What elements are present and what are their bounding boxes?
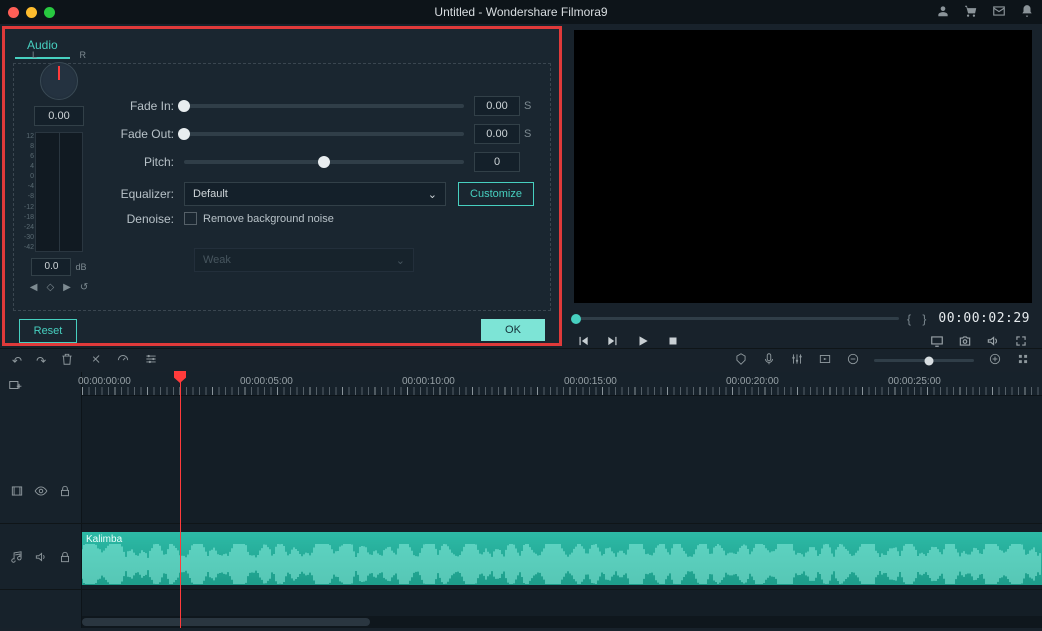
reset-button[interactable]: Reset [19,319,77,343]
audio-track-area[interactable]: Kalimba [82,528,1042,589]
adjust-icon[interactable] [144,352,158,369]
waveform-icon [82,544,1042,584]
audio-parameters: Fade In: 0.00 S Fade Out: 0.00 S Pitch: … [96,74,534,300]
preview-scrubber[interactable] [576,317,899,320]
fade-in-label: Fade In: [116,99,184,113]
lock-icon[interactable] [58,484,72,501]
balance-dial[interactable] [40,62,78,100]
denoise-strength-select: Weak ⌄ [194,248,414,272]
window-title: Untitled - Wondershare Filmora9 [0,5,1042,19]
zoom-slider[interactable] [874,359,974,362]
zoom-fit-icon[interactable] [1016,352,1030,369]
music-icon[interactable] [10,550,24,567]
denoise-checkbox[interactable]: Remove background noise [184,212,534,225]
balance-right-label: R [80,50,87,60]
ok-button[interactable]: OK [481,319,545,341]
denoise-label: Denoise: [116,212,184,226]
volume-input[interactable]: 0.0 [31,258,71,276]
mute-icon[interactable] [34,550,48,567]
pitch-input[interactable]: 0 [474,152,520,172]
preview-panel: { } 00:00:02:29 [564,24,1042,348]
display-quality-icon[interactable] [930,334,944,348]
add-track-icon[interactable] [8,378,22,395]
pitch-label: Pitch: [116,155,184,169]
fullscreen-icon[interactable] [1014,334,1028,348]
volume-unit: dB [75,262,86,272]
undo-icon[interactable]: ↶ [12,354,22,368]
balance-input[interactable]: 0.00 [34,106,84,126]
chevron-down-icon: ⌄ [396,254,405,267]
redo-icon[interactable]: ↷ [36,354,46,368]
filmstrip-icon[interactable] [10,484,24,501]
audio-edit-panel: Audio LR 0.00 12 8 6 4 0 -4 -8 -12 [2,26,562,346]
audio-mixer-icon[interactable] [790,352,804,369]
level-meter: 12 8 6 4 0 -4 -8 -12 -18 -24 -30 -42 [35,132,83,252]
fade-in-slider[interactable] [184,104,464,108]
stop-button[interactable] [666,334,680,348]
split-icon[interactable] [88,352,102,369]
pitch-slider[interactable] [184,160,464,164]
reset-keyframe-icon[interactable]: ↺ [80,282,88,293]
video-track-area[interactable] [82,462,1042,523]
balance-left-label: L [32,50,37,60]
time-ruler[interactable]: 00:00:00:00 00:00:05:00 00:00:10:00 00:0… [82,372,1042,396]
next-frame-button[interactable] [606,334,620,348]
lock-icon[interactable] [58,550,72,567]
clip-label: Kalimba [86,534,122,545]
checkbox-icon [184,212,197,225]
snapshot-icon[interactable] [958,334,972,348]
next-keyframe-icon[interactable]: ▶ [63,282,71,293]
delete-icon[interactable] [60,352,74,369]
fade-out-label: Fade Out: [116,127,184,141]
equalizer-label: Equalizer: [116,187,184,201]
timeline-scrollbar[interactable] [82,616,1042,628]
marker-icon[interactable] [734,352,748,369]
fade-in-input[interactable]: 0.00 [474,96,520,116]
playhead[interactable] [180,372,181,628]
timecode-display: 00:00:02:29 [938,311,1030,326]
prev-keyframe-icon[interactable]: ◀ [30,282,38,293]
video-track [0,462,1042,524]
play-button[interactable] [636,334,650,348]
balance-column: LR 0.00 12 8 6 4 0 -4 -8 -12 -18 -24 [22,74,96,300]
visibility-icon[interactable] [34,484,48,501]
render-preview-icon[interactable] [818,352,832,369]
zoom-out-icon[interactable] [846,352,860,369]
video-preview [574,30,1032,303]
record-voiceover-icon[interactable] [762,352,776,369]
speed-icon[interactable] [116,352,130,369]
fade-out-input[interactable]: 0.00 [474,124,520,144]
mark-braces: { } [907,312,930,326]
volume-icon[interactable] [986,334,1000,348]
add-keyframe-icon[interactable]: ◇ [46,282,54,293]
audio-track: Kalimba [0,528,1042,590]
audio-clip[interactable]: Kalimba [82,532,1042,585]
titlebar: Untitled - Wondershare Filmora9 [0,0,1042,24]
equalizer-select[interactable]: Default ⌄ [184,182,446,206]
timeline: 00:00:00:00 00:00:05:00 00:00:10:00 00:0… [0,372,1042,628]
customize-button[interactable]: Customize [458,182,534,206]
fade-out-slider[interactable] [184,132,464,136]
chevron-down-icon: ⌄ [428,188,437,201]
zoom-in-icon[interactable] [988,352,1002,369]
prev-frame-button[interactable] [576,334,590,348]
